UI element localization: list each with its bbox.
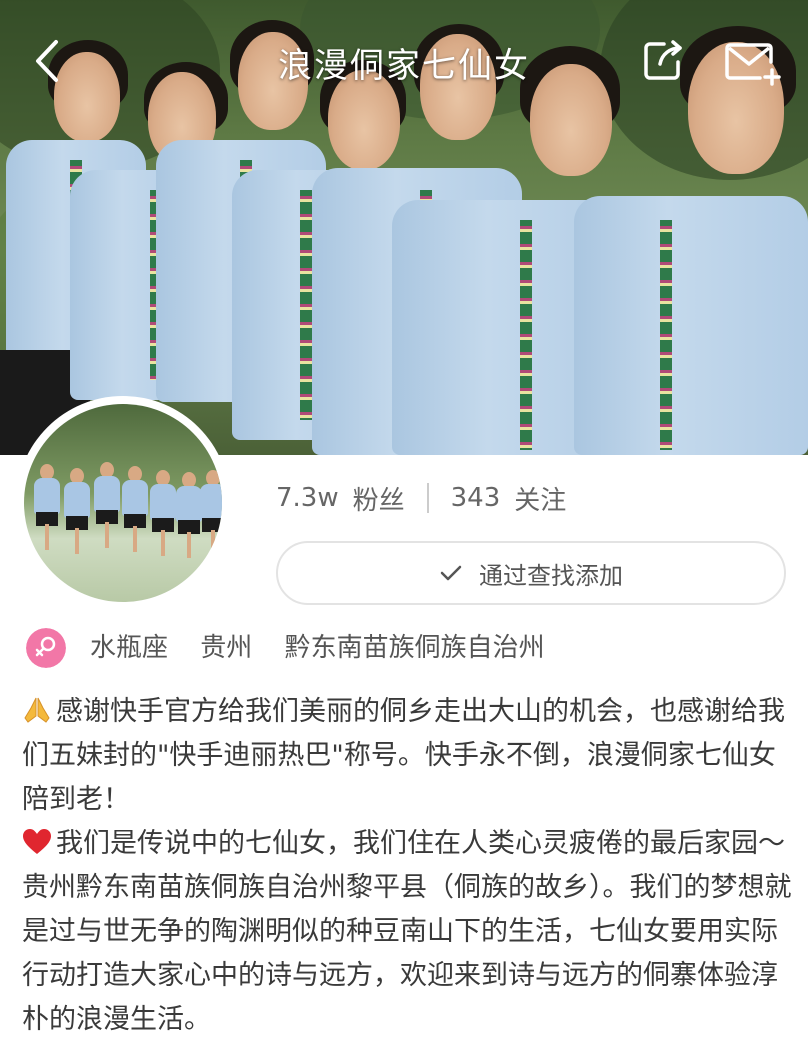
zodiac-label: 水瓶座 bbox=[90, 633, 169, 663]
bio-text-2: 我们是传说中的七仙女，我们住在人类心灵疲倦的最后家园～贵州黔东南苗族侗族自治州黎… bbox=[22, 828, 792, 1035]
top-bar: 浪漫侗家七仙女 bbox=[0, 0, 808, 120]
bio-paragraph-2: 我们是传说中的七仙女，我们住在人类心灵疲倦的最后家园～贵州黔东南苗族侗族自治州黎… bbox=[22, 822, 792, 1042]
profile-info: 水瓶座 贵州 黔东南苗族侗族自治州 bbox=[90, 628, 569, 668]
following-count[interactable]: 343 bbox=[451, 483, 501, 513]
region-label: 黔东南苗族侗族自治州 bbox=[284, 633, 545, 663]
following-label[interactable]: 关注 bbox=[514, 480, 566, 517]
add-friend-label: 通过查找添加 bbox=[479, 561, 623, 590]
stats-divider bbox=[426, 483, 429, 513]
followers-label[interactable]: 粉丝 bbox=[353, 480, 405, 517]
page-title: 浪漫侗家七仙女 bbox=[278, 46, 530, 86]
bio-paragraph-1: 感谢快手官方给我们美丽的侗乡走出大山的机会，也感谢给我们五妹封的"快手迪丽热巴"… bbox=[22, 690, 792, 822]
red-heart-icon bbox=[23, 829, 51, 854]
profile-bio: 感谢快手官方给我们美丽的侗乡走出大山的机会，也感谢给我们五妹封的"快手迪丽热巴"… bbox=[22, 690, 792, 1042]
avatar[interactable] bbox=[20, 400, 226, 606]
pray-hands-icon bbox=[24, 697, 50, 723]
avatar-image bbox=[24, 404, 222, 602]
share-icon[interactable] bbox=[640, 38, 686, 84]
profile-stats: 7.3w 粉丝 343 关注 bbox=[276, 478, 566, 518]
mail-add-icon[interactable] bbox=[724, 40, 782, 86]
add-friend-button[interactable]: 通过查找添加 bbox=[276, 541, 786, 605]
female-icon bbox=[26, 628, 66, 668]
followers-count[interactable]: 7.3w bbox=[276, 483, 339, 513]
province-label: 贵州 bbox=[200, 633, 253, 663]
bio-text-1: 感谢快手官方给我们美丽的侗乡走出大山的机会，也感谢给我们五妹封的"快手迪丽热巴"… bbox=[22, 696, 785, 815]
check-icon bbox=[440, 565, 462, 581]
